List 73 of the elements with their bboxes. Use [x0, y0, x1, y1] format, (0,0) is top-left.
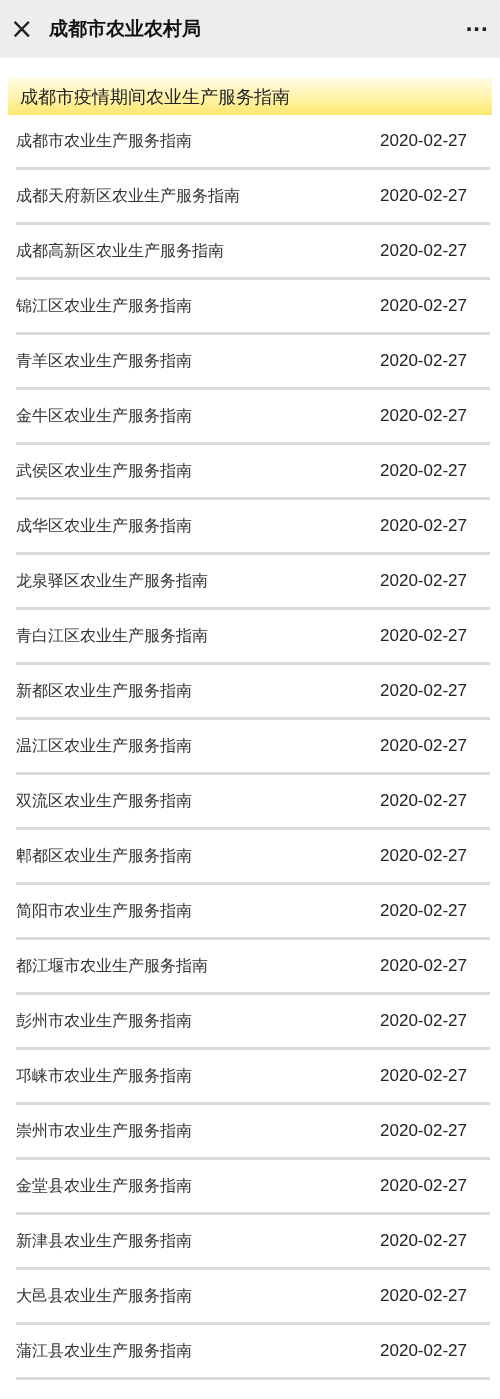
- guide-list-item[interactable]: 彭州市农业生产服务指南 2020-02-27: [16, 995, 490, 1050]
- close-button[interactable]: ×: [6, 15, 38, 43]
- guide-list-item[interactable]: 都江堰市农业生产服务指南 2020-02-27: [16, 940, 490, 995]
- guide-list-item[interactable]: 青白江区农业生产服务指南 2020-02-27: [16, 610, 490, 665]
- guide-title: 金堂县农业生产服务指南: [16, 1175, 192, 1197]
- publish-date: 2020-02-27: [380, 461, 467, 481]
- guide-title: 成华区农业生产服务指南: [16, 515, 192, 537]
- guide-title: 成都高新区农业生产服务指南: [16, 240, 224, 262]
- guide-title: 龙泉驿区农业生产服务指南: [16, 570, 208, 592]
- publish-date: 2020-02-27: [380, 846, 467, 866]
- guide-title: 锦江区农业生产服务指南: [16, 295, 192, 317]
- guide-title: 简阳市农业生产服务指南: [16, 900, 192, 922]
- guide-list-item[interactable]: 蒲江县农业生产服务指南 2020-02-27: [16, 1325, 490, 1380]
- publish-date: 2020-02-27: [380, 626, 467, 646]
- guide-list-item[interactable]: 金堂县农业生产服务指南 2020-02-27: [16, 1160, 490, 1215]
- guide-title: 武侯区农业生产服务指南: [16, 460, 192, 482]
- guide-title: 成都天府新区农业生产服务指南: [16, 185, 240, 207]
- publish-date: 2020-02-27: [380, 791, 467, 811]
- guide-title: 青羊区农业生产服务指南: [16, 350, 192, 372]
- guide-title: 蒲江县农业生产服务指南: [16, 1340, 192, 1362]
- publish-date: 2020-02-27: [380, 1341, 467, 1361]
- guide-title: 青白江区农业生产服务指南: [16, 625, 208, 647]
- guide-list-item[interactable]: 郫都区农业生产服务指南 2020-02-27: [16, 830, 490, 885]
- publish-date: 2020-02-27: [380, 901, 467, 921]
- guide-list-item[interactable]: 成都天府新区农业生产服务指南 2020-02-27: [16, 170, 490, 225]
- guide-title: 新津县农业生产服务指南: [16, 1230, 192, 1252]
- publish-date: 2020-02-27: [380, 131, 467, 151]
- publish-date: 2020-02-27: [380, 1011, 467, 1031]
- publish-date: 2020-02-27: [380, 186, 467, 206]
- section-heading: 成都市疫情期间农业生产服务指南: [8, 78, 492, 115]
- publish-date: 2020-02-27: [380, 1231, 467, 1251]
- guide-title: 崇州市农业生产服务指南: [16, 1120, 192, 1142]
- guide-list-item[interactable]: 武侯区农业生产服务指南 2020-02-27: [16, 445, 490, 500]
- guide-list-item[interactable]: 新津县农业生产服务指南 2020-02-27: [16, 1215, 490, 1270]
- guide-list-item[interactable]: 温江区农业生产服务指南 2020-02-27: [16, 720, 490, 775]
- publish-date: 2020-02-27: [380, 1066, 467, 1086]
- guide-list-item[interactable]: 简阳市农业生产服务指南 2020-02-27: [16, 885, 490, 940]
- publish-date: 2020-02-27: [380, 296, 467, 316]
- guide-title: 邛崃市农业生产服务指南: [16, 1065, 192, 1087]
- publish-date: 2020-02-27: [380, 241, 467, 261]
- guide-title: 温江区农业生产服务指南: [16, 735, 192, 757]
- publish-date: 2020-02-27: [380, 1286, 467, 1306]
- guide-title: 大邑县农业生产服务指南: [16, 1285, 192, 1307]
- guide-list-item[interactable]: 龙泉驿区农业生产服务指南 2020-02-27: [16, 555, 490, 610]
- guide-list-item[interactable]: 成华区农业生产服务指南 2020-02-27: [16, 500, 490, 555]
- guide-title: 成都市农业生产服务指南: [16, 130, 192, 152]
- guide-title: 双流区农业生产服务指南: [16, 790, 192, 812]
- guide-title: 都江堰市农业生产服务指南: [16, 955, 208, 977]
- more-button[interactable]: ···: [461, 17, 492, 41]
- publish-date: 2020-02-27: [380, 956, 467, 976]
- guide-title: 彭州市农业生产服务指南: [16, 1010, 192, 1032]
- guide-list-item[interactable]: 新都区农业生产服务指南 2020-02-27: [16, 665, 490, 720]
- publish-date: 2020-02-27: [380, 406, 467, 426]
- publish-date: 2020-02-27: [380, 736, 467, 756]
- guide-list-item[interactable]: 邛崃市农业生产服务指南 2020-02-27: [16, 1050, 490, 1105]
- publish-date: 2020-02-27: [380, 516, 467, 536]
- guide-list-item[interactable]: 成都市农业生产服务指南 2020-02-27: [16, 115, 490, 170]
- guide-list-item[interactable]: 双流区农业生产服务指南 2020-02-27: [16, 775, 490, 830]
- publish-date: 2020-02-27: [380, 351, 467, 371]
- guide-list-item[interactable]: 成都高新区农业生产服务指南 2020-02-27: [16, 225, 490, 280]
- guide-title: 金牛区农业生产服务指南: [16, 405, 192, 427]
- publish-date: 2020-02-27: [380, 681, 467, 701]
- publish-date: 2020-02-27: [380, 1121, 467, 1141]
- guide-list-item[interactable]: 大邑县农业生产服务指南 2020-02-27: [16, 1270, 490, 1325]
- guide-title: 新都区农业生产服务指南: [16, 680, 192, 702]
- publish-date: 2020-02-27: [380, 1176, 467, 1196]
- publish-date: 2020-02-27: [380, 571, 467, 591]
- guide-list-item[interactable]: 崇州市农业生产服务指南 2020-02-27: [16, 1105, 490, 1160]
- guide-title: 郫都区农业生产服务指南: [16, 845, 192, 867]
- guide-list-item[interactable]: 锦江区农业生产服务指南 2020-02-27: [16, 280, 490, 335]
- guide-list-item[interactable]: 青羊区农业生产服务指南 2020-02-27: [16, 335, 490, 390]
- page-title: 成都市农业农村局: [49, 16, 203, 41]
- guide-list-item[interactable]: 金牛区农业生产服务指南 2020-02-27: [16, 390, 490, 445]
